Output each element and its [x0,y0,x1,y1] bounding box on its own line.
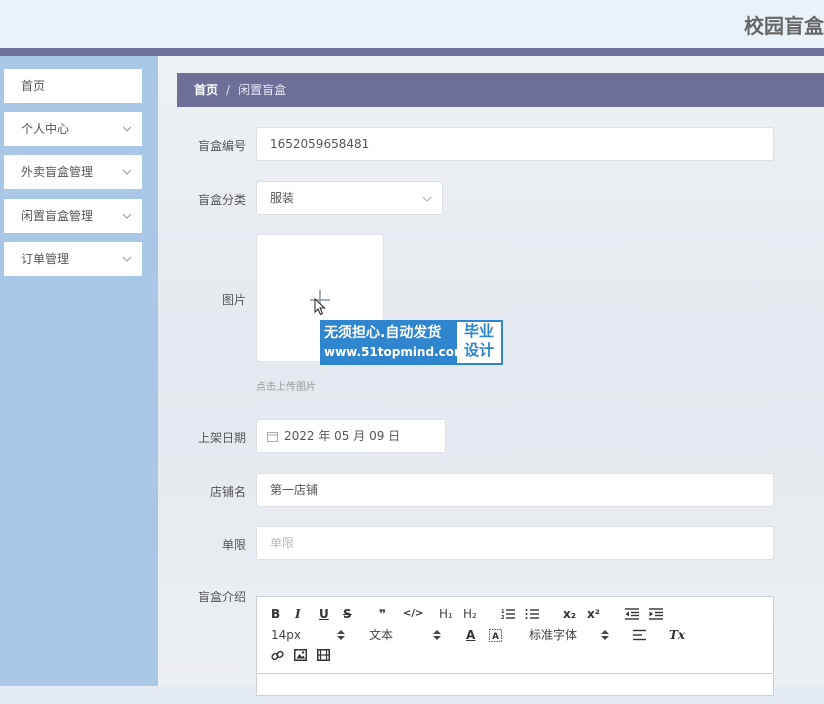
category-value: 服装 [270,191,295,205]
sidebar-item-personal-center[interactable]: 个人中心 [4,112,142,146]
underline-button[interactable]: U [319,604,329,624]
top-header: 校园盲盒 [0,0,824,48]
editor-content-area[interactable] [257,673,773,704]
breadcrumb-current: 闲置盲盒 [238,83,287,97]
blockquote-button[interactable]: ❞ [379,604,386,624]
superscript-button[interactable]: x² [587,604,600,624]
app-title: 校园盲盒 [744,14,824,38]
font-size-select[interactable]: 14px [271,625,301,645]
category-label: 盲盒分类 [197,193,246,207]
calendar-icon [267,432,278,442]
watermark-badge-line2: 设计 [463,341,494,359]
italic-button[interactable]: I [295,604,301,624]
ordered-list-icon[interactable]: 12 [501,608,515,620]
chevron-down-icon [122,169,132,175]
sidebar-item-label: 首页 [21,79,46,93]
date-picker[interactable]: 2022 年 05 月 09 日 [256,419,446,453]
font-color-button[interactable]: A [466,625,475,645]
sidebar-item-home[interactable]: 首页 [4,69,142,103]
image-icon[interactable] [294,649,307,661]
code-block-button[interactable]: </> [403,604,423,624]
subscript-button[interactable]: x₂ [563,604,576,624]
editor-toolbar-row-1: B I U S ❞ </> H₁ H₂ 12 x₂ x² [271,604,771,624]
align-icon[interactable] [633,629,646,641]
watermark-line2: www.51topmind.com [324,345,467,359]
date-label: 上架日期 [197,431,246,445]
sidebar-item-takeout-box[interactable]: 外卖盲盒管理 [4,155,142,189]
breadcrumb: 首页 / 闲置盲盒 [177,73,824,107]
code-input[interactable]: 1652059658481 [256,127,774,161]
watermark-line1: 无须担心.自动发货 [324,325,442,341]
breadcrumb-separator: / [226,83,231,97]
editor-toolbar-row-2: 14px 文本 A A 标准字体 Tx [271,625,771,645]
sidebar: 首页 个人中心 外卖盲盒管理 闲置盲盒管理 订单管理 [0,56,158,686]
select-arrows-icon [433,630,441,640]
sidebar-item-label: 闲置盲盒管理 [21,209,94,223]
image-upload-hint: 点击上传图片 [256,382,316,393]
header-accent-bar [0,48,824,56]
sidebar-item-orders[interactable]: 订单管理 [4,242,142,276]
image-label: 图片 [221,293,246,307]
indent-icon[interactable] [649,608,663,620]
mouse-pointer-icon [314,298,326,316]
date-value: 2022 年 05 月 09 日 [284,429,401,443]
sidebar-item-label: 订单管理 [21,252,70,266]
background-color-icon[interactable]: A [489,629,502,642]
video-icon[interactable] [317,649,330,661]
code-label: 盲盒编号 [197,139,246,153]
bullet-list-icon[interactable] [525,608,539,620]
limit-input[interactable]: 单限 [256,526,774,560]
strike-button[interactable]: S [343,604,352,624]
main-content: 首页 / 闲置盲盒 盲盒编号 1652059658481 盲盒分类 服装 图片 点击… [158,56,824,696]
editor-toolbar-row-3 [271,646,391,666]
chevron-down-icon [122,256,132,262]
bold-button[interactable]: B [271,604,280,624]
limit-label: 单限 [221,538,246,552]
chevron-down-icon [422,196,432,202]
watermark-badge-box: 毕业 设计 [457,322,501,363]
chevron-down-icon [122,213,132,219]
sidebar-item-label: 外卖盲盒管理 [21,165,94,179]
breadcrumb-home[interactable]: 首页 [194,83,218,97]
intro-label: 盲盒介绍 [197,590,246,604]
sidebar-item-idle-box[interactable]: 闲置盲盒管理 [4,199,142,233]
select-arrows-icon [601,630,609,640]
clean-format-button[interactable]: Tx [669,625,685,645]
font-family-select[interactable]: 标准字体 [529,625,577,645]
link-icon[interactable] [271,649,284,662]
watermark-badge: 无须担心.自动发货 www.51topmind.com 毕业 设计 [320,320,503,365]
category-select[interactable]: 服装 [256,181,443,215]
sidebar-item-label: 个人中心 [21,122,70,136]
chevron-down-icon [122,126,132,132]
h1-button[interactable]: H₁ [439,604,453,624]
svg-text:A: A [492,632,499,642]
header-select[interactable]: 文本 [369,625,393,645]
shop-label: 店铺名 [209,485,246,499]
watermark-badge-line1: 毕业 [463,322,494,340]
outdent-icon[interactable] [625,608,639,620]
h2-button[interactable]: H₂ [463,604,477,624]
select-arrows-icon [337,630,345,640]
svg-text:2: 2 [501,615,505,620]
rich-text-editor: B I U S ❞ </> H₁ H₂ 12 x₂ x² 14px 文本 A A… [256,596,774,696]
shop-input[interactable]: 第一店铺 [256,473,774,507]
